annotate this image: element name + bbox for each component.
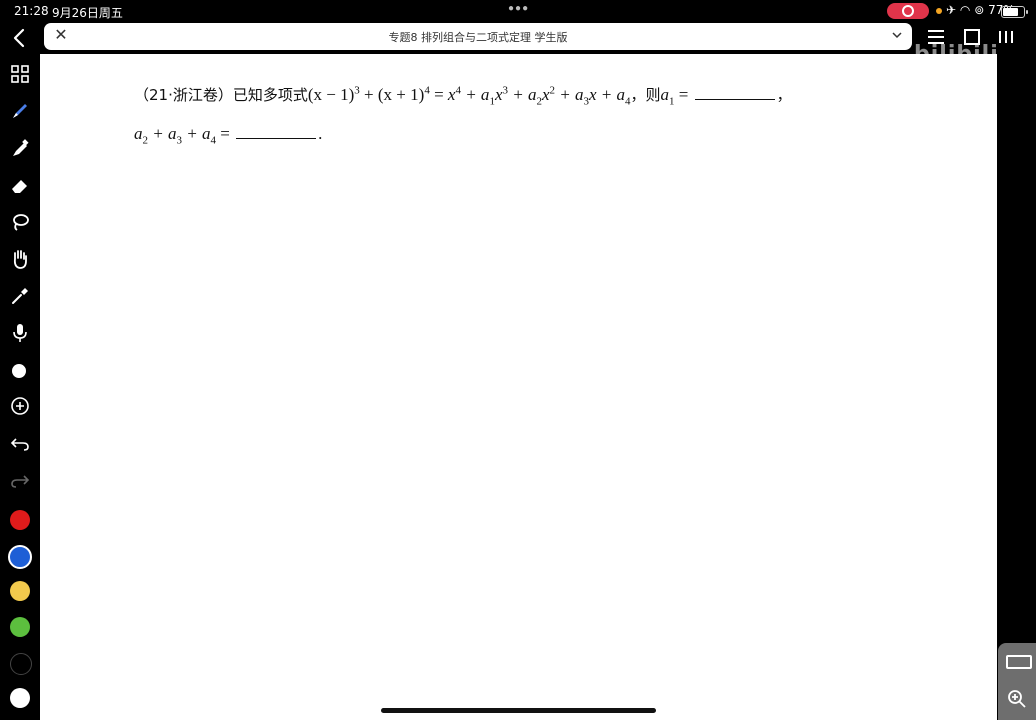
- highlighter-icon[interactable]: [8, 136, 32, 160]
- orientation-lock-icon: ⊚: [974, 3, 985, 17]
- pipette-icon[interactable]: [8, 284, 32, 308]
- recording-icon[interactable]: [887, 3, 929, 19]
- chevron-down-icon[interactable]: [890, 28, 904, 42]
- back-icon[interactable]: [8, 26, 32, 50]
- status-time: 21:28: [14, 4, 49, 18]
- color-swatch-yellow[interactable]: [10, 581, 30, 601]
- battery-fill: [1003, 8, 1019, 16]
- ruler-icon[interactable]: [1006, 655, 1032, 669]
- thumbnails-icon[interactable]: [8, 62, 32, 86]
- document-title[interactable]: 专题8 排列组合与二项式定理 学生版: [44, 29, 912, 45]
- mic-indicator-icon: [936, 8, 942, 14]
- document-page[interactable]: （21·浙江卷）已知多项式(x − 1)3 + (x + 1)4 = x4 + …: [40, 54, 997, 720]
- wifi-icon: ◠: [959, 3, 971, 17]
- multitasking-dots-icon[interactable]: ●●●: [508, 3, 529, 14]
- color-swatch-blue[interactable]: [8, 545, 32, 569]
- redo-icon[interactable]: [8, 468, 32, 492]
- lasso-icon[interactable]: [8, 210, 32, 234]
- left-toolbar: [0, 22, 40, 720]
- side-panel: [998, 643, 1036, 720]
- problem-line-1: （21·浙江卷）已知多项式(x − 1)3 + (x + 1)4 = x4 + …: [134, 84, 792, 108]
- add-icon[interactable]: [8, 394, 32, 418]
- problem-source: （21·浙江卷）: [134, 86, 233, 104]
- hand-icon[interactable]: [8, 247, 32, 271]
- status-bar: 21:28 9月26日周五 ●●● ✈ ◠ ⊚ 77%: [0, 0, 1036, 22]
- shape-icon[interactable]: [8, 358, 32, 382]
- airplane-icon: ✈: [946, 3, 957, 17]
- color-swatch-white[interactable]: [10, 688, 30, 708]
- status-date: 9月26日周五: [52, 6, 123, 20]
- zoom-icon[interactable]: [1007, 689, 1027, 714]
- term-x-plus-1: (x + 1): [377, 85, 425, 104]
- color-swatch-black[interactable]: [10, 653, 32, 675]
- microphone-icon[interactable]: [8, 321, 32, 345]
- right-gutter: [997, 54, 1036, 720]
- answer-blank-2[interactable]: [236, 124, 317, 139]
- undo-icon[interactable]: [8, 431, 32, 455]
- problem-lead: 已知多项式: [232, 86, 308, 104]
- eraser-icon[interactable]: [8, 173, 32, 197]
- document-header: ✕ 专题8 排列组合与二项式定理 学生版: [44, 23, 912, 50]
- color-swatch-red[interactable]: [10, 510, 30, 530]
- pen-icon[interactable]: [8, 99, 32, 123]
- battery-icon: [1001, 6, 1028, 18]
- term-x-minus-1: (x − 1): [307, 85, 355, 104]
- color-swatch-green[interactable]: [10, 617, 30, 637]
- home-indicator[interactable]: [381, 708, 656, 713]
- answer-blank-1[interactable]: [694, 85, 775, 100]
- more-icon[interactable]: [996, 28, 1016, 46]
- problem-line-2: a2 + a3 + a4 = .: [134, 124, 323, 147]
